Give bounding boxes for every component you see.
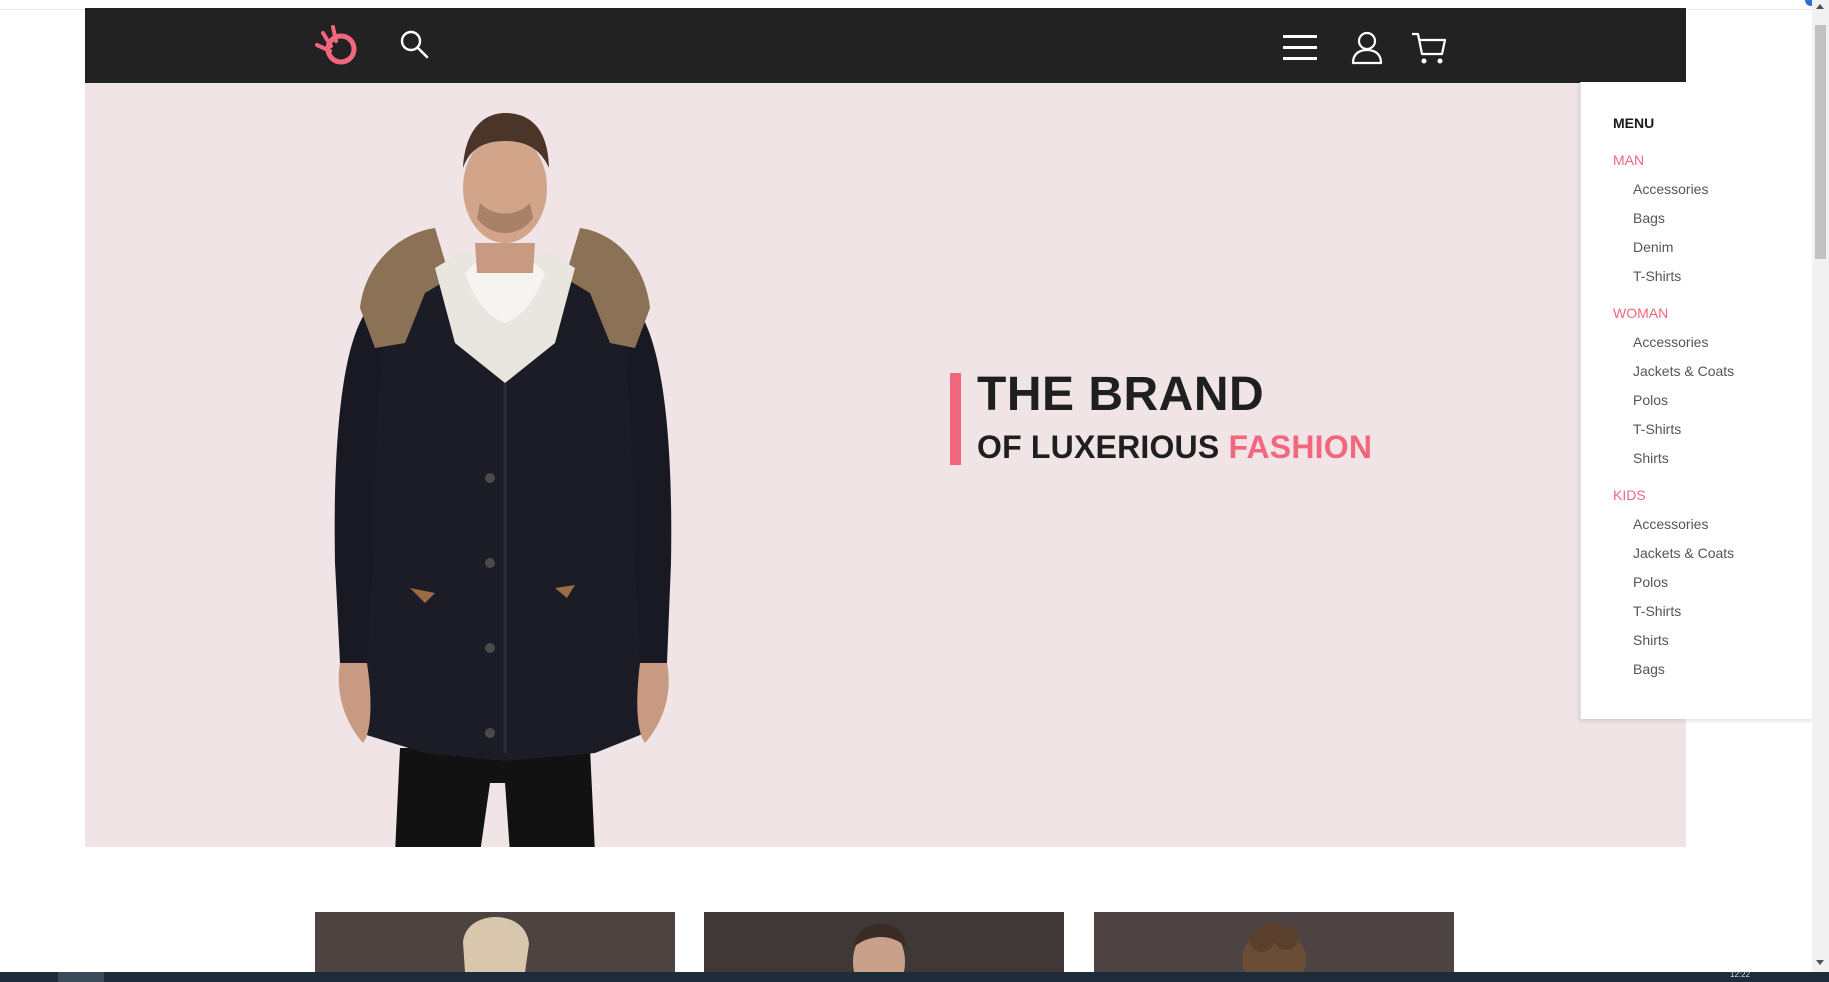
menu-category-woman[interactable]: WOMAN [1613, 305, 1668, 321]
menu-item-man-accessories[interactable]: Accessories [1633, 181, 1708, 197]
cart-icon[interactable] [1410, 30, 1448, 66]
menu-title: MENU [1613, 115, 1655, 131]
hamburger-menu-icon[interactable] [1281, 33, 1319, 63]
page-scrollbar[interactable] [1812, 0, 1829, 972]
menu-item-kids-tshirts[interactable]: T-Shirts [1633, 603, 1681, 619]
menu-item-kids-polos[interactable]: Polos [1633, 574, 1668, 590]
menu-item-man-tshirts[interactable]: T-Shirts [1633, 268, 1681, 284]
scroll-up-arrow-icon[interactable] [1816, 4, 1824, 9]
hero-accent-bar [950, 373, 961, 465]
menu-item-woman-tshirts[interactable]: T-Shirts [1633, 421, 1681, 437]
hero-title: THE BRAND [977, 368, 1265, 421]
menu-item-woman-shirts[interactable]: Shirts [1633, 450, 1669, 466]
hero-subtitle-accent: FASHION [1228, 429, 1373, 465]
menu-category-man[interactable]: MAN [1613, 152, 1644, 168]
search-icon[interactable] [398, 28, 432, 62]
os-taskbar: 12:22 [0, 970, 1829, 982]
header-navbar [85, 8, 1686, 83]
category-image-kids [1094, 912, 1454, 972]
menu-item-man-denim[interactable]: Denim [1633, 239, 1673, 255]
menu-item-kids-jackets-coats[interactable]: Jackets & Coats [1633, 545, 1734, 561]
scroll-down-arrow-icon[interactable] [1816, 960, 1824, 965]
menu-category-kids[interactable]: KIDS [1613, 487, 1646, 503]
menu-item-man-bags[interactable]: Bags [1633, 210, 1665, 226]
scrollbar-thumb[interactable] [1815, 25, 1826, 259]
category-card-woman[interactable] [315, 912, 675, 972]
menu-item-woman-polos[interactable]: Polos [1633, 392, 1668, 408]
hero-subtitle: OF LUXERIOUS FASHION [977, 429, 1372, 466]
taskbar-clock: 12:22 [1730, 970, 1751, 979]
hero-subtitle-main: OF LUXERIOUS [977, 429, 1220, 465]
category-image-woman [315, 912, 675, 972]
category-image-man [704, 912, 1064, 972]
menu-item-woman-accessories[interactable]: Accessories [1633, 334, 1708, 350]
menu-item-kids-shirts[interactable]: Shirts [1633, 632, 1669, 648]
brand-logo[interactable] [314, 23, 362, 67]
category-card-man[interactable] [704, 912, 1064, 972]
taskbar-active-app[interactable] [58, 972, 104, 982]
menu-item-woman-jackets-coats[interactable]: Jackets & Coats [1633, 363, 1734, 379]
menu-dropdown: MENU MAN Accessories Bags Denim T-Shirts… [1580, 82, 1813, 719]
category-card-kids[interactable] [1094, 912, 1454, 972]
menu-item-kids-bags[interactable]: Bags [1633, 661, 1665, 677]
hero-model-image [334, 113, 672, 847]
site-page: THE BRAND OF LUXERIOUS FASHION [85, 8, 1686, 848]
hero-banner: THE BRAND OF LUXERIOUS FASHION [85, 83, 1686, 847]
menu-item-kids-accessories[interactable]: Accessories [1633, 516, 1708, 532]
user-icon[interactable] [1350, 30, 1384, 66]
